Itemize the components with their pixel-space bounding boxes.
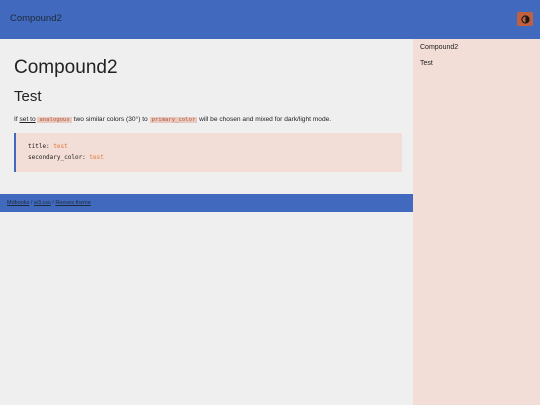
site-title[interactable]: Compound2: [10, 13, 62, 24]
theme-toggle-button[interactable]: [517, 12, 533, 26]
paragraph-text: two similar colors (30°) to: [71, 116, 150, 123]
code-key: secondary_color:: [28, 154, 86, 161]
sidebar: Compound2 Test: [413, 39, 540, 405]
sidebar-item-compound2[interactable]: Compound2: [420, 44, 458, 51]
code-line: title: test: [28, 143, 68, 150]
code-block: title: test secondary_color: test: [14, 133, 402, 172]
inline-code-primary-color: primary_color: [149, 117, 198, 123]
paragraph-text: will be chosen and mixed for dark/light …: [197, 116, 332, 123]
code-value: test: [53, 143, 68, 150]
code-value: test: [89, 154, 104, 161]
footer-links: Mdbooks / w3.css / Reeves theme: [7, 200, 91, 206]
footer-link-w3css[interactable]: w3.css: [34, 200, 51, 206]
sidebar-item-test[interactable]: Test: [420, 60, 433, 67]
page-title: Compound2: [14, 57, 118, 78]
footer-link-reeves-theme[interactable]: Reeves theme: [55, 200, 90, 206]
inline-code-analogous: analogous: [37, 117, 72, 123]
footer-link-mdbooks[interactable]: Mdbooks: [7, 200, 29, 206]
code-line: secondary_color: test: [28, 154, 104, 161]
intro-paragraph: If set to analogous two similar colors (…: [14, 116, 331, 123]
footer: Mdbooks / w3.css / Reeves theme: [0, 194, 413, 212]
half-circle-contrast-icon: [520, 14, 530, 24]
top-bar: Compound2: [0, 0, 540, 39]
post-title: Test: [14, 88, 42, 105]
code-key: title:: [28, 143, 50, 150]
set-to-link[interactable]: set to: [20, 116, 36, 123]
